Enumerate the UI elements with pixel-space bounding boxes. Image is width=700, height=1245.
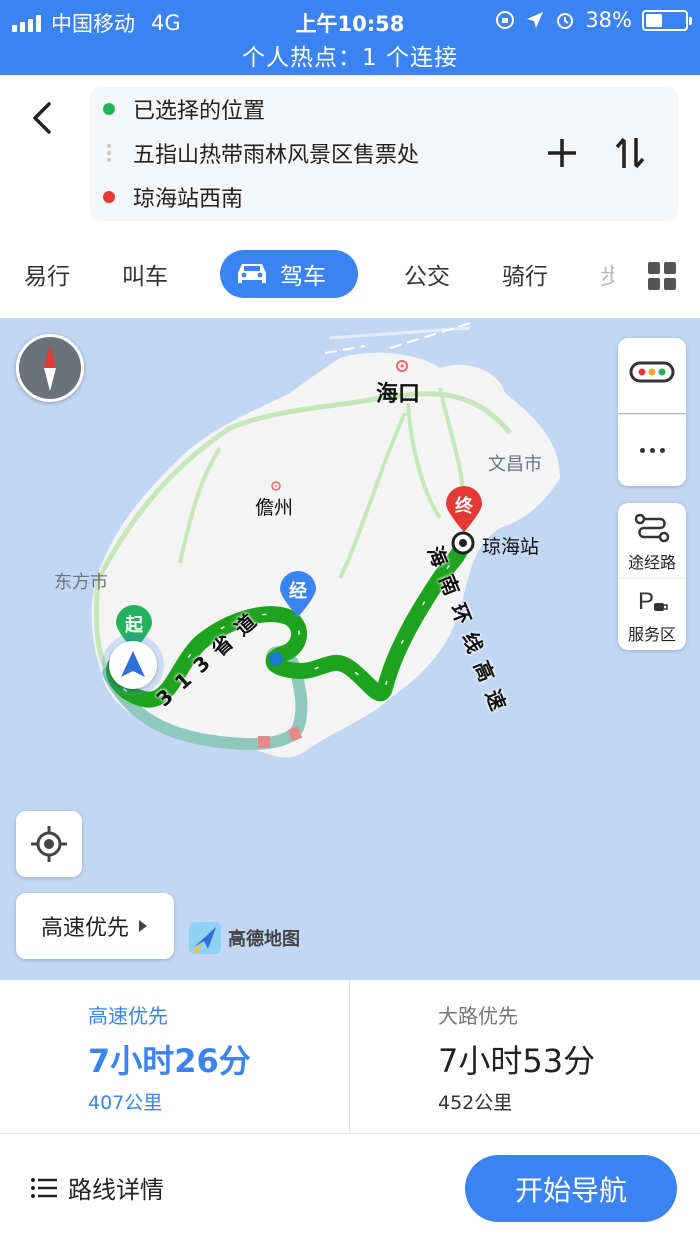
route-preference-label: 高速优先 — [40, 916, 129, 941]
back-button[interactable] — [22, 93, 62, 143]
via-dots-icon — [107, 144, 111, 162]
route-header: 已选择的位置 五指山热带雨林风景区售票处 琼海站西南 — [0, 75, 700, 235]
end-pin-label: 终 — [455, 496, 473, 517]
route-option-distance: 407公里 — [88, 1092, 163, 1114]
route-option-tag: 高速优先 — [88, 1004, 168, 1028]
swap-arrows-icon — [615, 137, 645, 169]
triangle-right-icon — [139, 920, 147, 932]
status-bar: 中国移动 4G 上午10:58 38% 个人热点：1 个连接 — [0, 0, 700, 75]
tab-driving[interactable]: 驾车 — [220, 250, 358, 298]
locate-me-button[interactable] — [16, 811, 82, 877]
route-details-button[interactable]: 路线详情 — [30, 1165, 164, 1210]
route-option-duration: 7小时53分 — [438, 1042, 596, 1080]
chevron-left-icon — [33, 102, 51, 134]
add-waypoint-button[interactable] — [542, 131, 582, 175]
transport-mode-tabs: 易行 叫车 驾车 公交 骑行 步 — [0, 240, 700, 310]
crosshair-icon — [31, 826, 67, 862]
via-label: 五指山热带雨林风景区售票处 — [133, 143, 420, 168]
list-icon — [31, 1177, 57, 1198]
more-modes-grid-icon[interactable] — [648, 262, 676, 290]
compass-icon — [44, 345, 56, 391]
route-option-duration: 7小时26分 — [88, 1042, 251, 1080]
swap-route-button[interactable] — [610, 131, 650, 175]
service-area-button[interactable]: P 服务区 — [618, 578, 686, 650]
route-option-distance: 452公里 — [438, 1092, 513, 1114]
via-row[interactable]: 五指山热带雨林风景区售票处 — [90, 131, 419, 175]
battery-icon — [642, 9, 692, 31]
amap-logo-text: 高德地图 — [228, 929, 300, 950]
end-pin[interactable]: 终 — [444, 486, 484, 534]
current-location-marker — [102, 634, 164, 696]
alarm-icon — [557, 13, 574, 29]
start-navigation-button[interactable]: 开始导航 — [465, 1155, 677, 1222]
traffic-light-icon — [629, 361, 675, 383]
svg-text:P: P — [638, 588, 654, 615]
parking-coffee-icon: P — [638, 588, 668, 615]
more-options-button[interactable] — [618, 414, 686, 486]
tab-cycling[interactable]: 骑行 — [502, 250, 548, 298]
amap-logo: 高德地图 — [188, 921, 300, 955]
station-label-qionghai: 琼海站 — [482, 536, 540, 558]
location-arrow-icon — [527, 12, 544, 28]
origin-label: 已选择的位置 — [133, 99, 266, 124]
city-label-haikou: 海口 — [376, 382, 421, 407]
destination-dot-icon — [103, 191, 115, 203]
rotation-lock-icon — [496, 11, 515, 29]
hotspot-banner[interactable]: 个人热点：1 个连接 — [0, 38, 700, 72]
city-label-wenchang: 文昌市 — [488, 454, 542, 475]
battery-percent: 38% — [585, 8, 632, 32]
car-icon — [238, 264, 266, 283]
amap-logo-icon — [189, 922, 221, 954]
route-preference-button[interactable]: 高速优先 — [16, 893, 174, 959]
tab-transit[interactable]: 公交 — [404, 250, 450, 298]
destination-row[interactable]: 琼海站西南 — [90, 175, 243, 219]
divider — [0, 1133, 700, 1134]
route-details-label: 路线详情 — [68, 1176, 164, 1204]
origin-row[interactable]: 已选择的位置 — [90, 87, 265, 131]
plus-icon — [548, 139, 576, 167]
route-stops-box: 已选择的位置 五指山热带雨林风景区售票处 琼海站西南 — [90, 87, 678, 221]
route-option-main-road[interactable]: 大路优先 7小时53分 452公里 — [350, 980, 700, 1133]
service-area-label: 服务区 — [627, 625, 676, 644]
tab-jiaoche[interactable]: 叫车 — [122, 250, 168, 298]
waypoint-road-button[interactable]: 途经路 — [618, 503, 686, 578]
route-option-highway[interactable]: 高速优先 7小时26分 407公里 — [0, 980, 350, 1133]
tab-yixing[interactable]: 易行 — [24, 250, 70, 298]
traffic-toggle-button[interactable] — [618, 338, 686, 413]
city-label-danzhou: 儋州 — [255, 497, 294, 519]
waypoint-road-label: 途经路 — [627, 553, 676, 572]
tab-walking[interactable]: 步 — [600, 250, 614, 298]
route-waypoint-icon — [634, 513, 670, 543]
origin-dot-icon — [103, 103, 115, 115]
tab-driving-label: 驾车 — [280, 264, 326, 290]
map-view[interactable]: 海口 文昌市 儋州 东方市 琼海站 3 1 3 省 道 海 南 环 线 高 速 … — [0, 318, 700, 980]
route-option-tag: 大路优先 — [438, 1004, 518, 1028]
via-pin[interactable]: 经 — [278, 571, 318, 619]
navigation-arrow-icon — [121, 651, 145, 677]
destination-label: 琼海站西南 — [133, 187, 244, 212]
city-label-dongfang: 东方市 — [54, 572, 108, 593]
compass-button[interactable] — [16, 334, 84, 402]
route-options-sheet: 高速优先 7小时26分 407公里 大路优先 7小时53分 452公里 路线详情… — [0, 980, 700, 1245]
via-pin-label: 经 — [289, 581, 307, 602]
